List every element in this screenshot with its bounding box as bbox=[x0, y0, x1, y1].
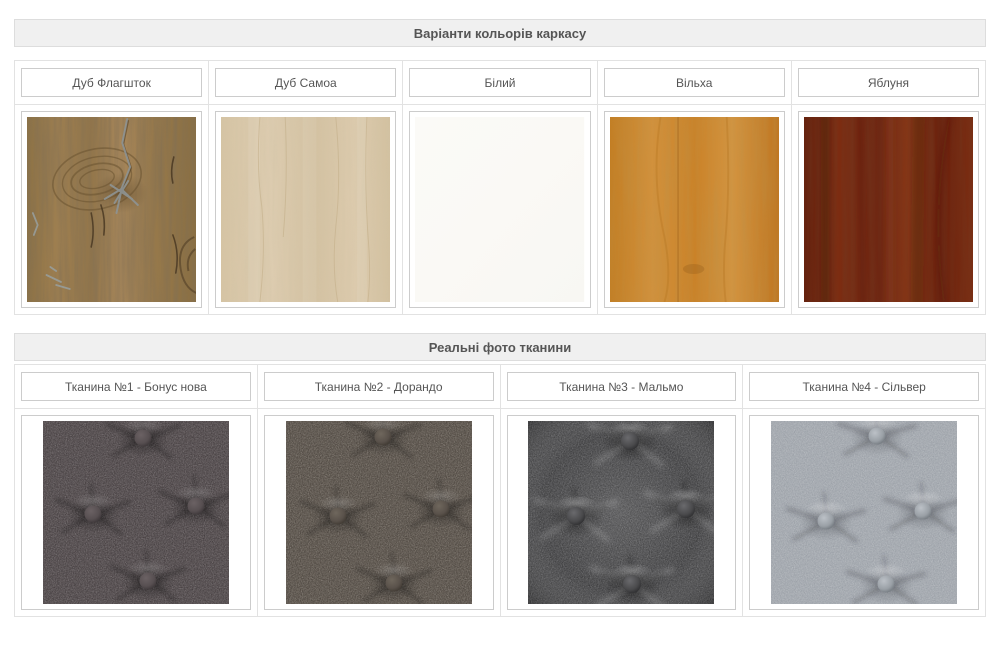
oak-samoa-label: Дуб Самоа bbox=[215, 68, 396, 97]
oak-flagstaff-label: Дуб Флагшток bbox=[21, 68, 202, 97]
apple-label: Яблуня bbox=[798, 68, 979, 97]
white-label: Білий bbox=[409, 68, 590, 97]
fabric-photos-section-title: Реальні фото тканини bbox=[429, 340, 572, 355]
frame-colors-table: Дуб Флагшток bbox=[14, 60, 986, 315]
fabric-silver-label: Тканина №4 - Сільвер bbox=[749, 372, 979, 401]
alder-swatch-image bbox=[610, 117, 779, 302]
option-label-cell: Яблуня bbox=[792, 61, 985, 105]
fabric-dorando-image-frame bbox=[264, 415, 494, 610]
alder-image-frame bbox=[604, 111, 785, 308]
fabric-malmo-image-frame bbox=[507, 415, 737, 610]
fabric-bonus-nova-label: Тканина №1 - Бонус нова bbox=[21, 372, 251, 401]
fabric-silver-image-frame bbox=[749, 415, 979, 610]
option-image-cell bbox=[743, 409, 985, 616]
fabric-photos-table: Тканина №1 - Бонус нова bbox=[14, 364, 986, 617]
option-image-cell bbox=[15, 409, 257, 616]
option-image-cell bbox=[403, 105, 596, 314]
option-fabric-dorando: Тканина №2 - Дорандо bbox=[258, 365, 501, 616]
oak-samoa-image-frame bbox=[215, 111, 396, 308]
white-swatch-image bbox=[415, 117, 584, 302]
oak-samoa-swatch-image bbox=[221, 117, 390, 302]
oak-flagstaff-image-frame bbox=[21, 111, 202, 308]
option-apple: Яблуня bbox=[792, 61, 985, 314]
fabric-silver-photo bbox=[771, 421, 957, 604]
option-label-cell: Вільха bbox=[598, 61, 791, 105]
option-label-cell: Тканина №3 - Мальмо bbox=[501, 365, 743, 409]
option-alder: Вільха bbox=[598, 61, 792, 314]
option-label-cell: Тканина №1 - Бонус нова bbox=[15, 365, 257, 409]
option-image-cell bbox=[209, 105, 402, 314]
white-image-frame bbox=[409, 111, 590, 308]
option-image-cell bbox=[501, 409, 743, 616]
option-fabric-bonus-nova: Тканина №1 - Бонус нова bbox=[15, 365, 258, 616]
apple-swatch-image bbox=[804, 117, 973, 302]
option-label-cell: Дуб Флагшток bbox=[15, 61, 208, 105]
option-white: Білий bbox=[403, 61, 597, 314]
option-image-cell bbox=[792, 105, 985, 314]
fabric-bonus-nova-photo bbox=[43, 421, 229, 604]
apple-image-frame bbox=[798, 111, 979, 308]
option-oak-samoa: Дуб Самоа bbox=[209, 61, 403, 314]
fabric-photos-section-header: Реальні фото тканини bbox=[14, 333, 986, 361]
frame-colors-section-header: Варіанти кольорів каркасу bbox=[14, 19, 986, 47]
fabric-dorando-photo bbox=[286, 421, 472, 604]
fabric-dorando-label: Тканина №2 - Дорандо bbox=[264, 372, 494, 401]
option-label-cell: Тканина №4 - Сільвер bbox=[743, 365, 985, 409]
option-fabric-malmo: Тканина №3 - Мальмо bbox=[501, 365, 744, 616]
option-oak-flagstaff: Дуб Флагшток bbox=[15, 61, 209, 314]
fabric-malmo-photo bbox=[528, 421, 714, 604]
oak-flagstaff-swatch-image bbox=[27, 117, 196, 302]
option-label-cell: Тканина №2 - Дорандо bbox=[258, 365, 500, 409]
fabric-malmo-label: Тканина №3 - Мальмо bbox=[507, 372, 737, 401]
option-image-cell bbox=[258, 409, 500, 616]
alder-label: Вільха bbox=[604, 68, 785, 97]
option-image-cell bbox=[15, 105, 208, 314]
option-image-cell bbox=[598, 105, 791, 314]
option-fabric-silver: Тканина №4 - Сільвер bbox=[743, 365, 985, 616]
frame-colors-section-title: Варіанти кольорів каркасу bbox=[414, 26, 586, 41]
option-label-cell: Дуб Самоа bbox=[209, 61, 402, 105]
option-label-cell: Білий bbox=[403, 61, 596, 105]
fabric-bonus-nova-image-frame bbox=[21, 415, 251, 610]
